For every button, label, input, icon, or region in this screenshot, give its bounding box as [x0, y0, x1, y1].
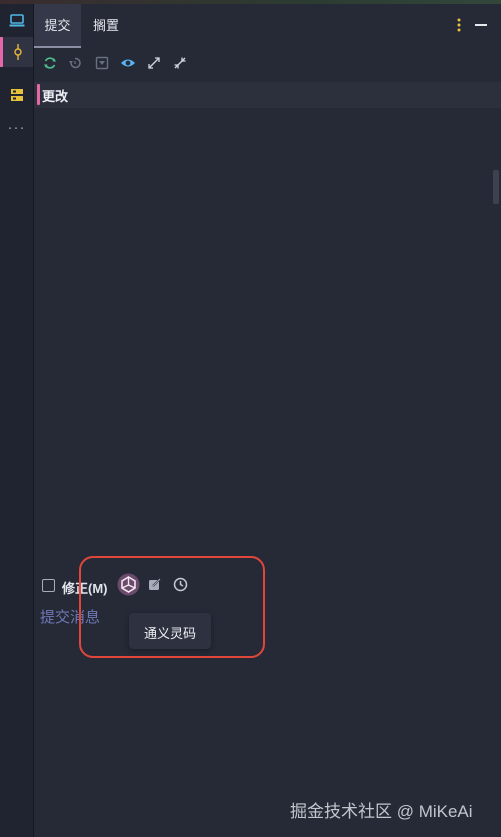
- activity-bar: ···: [0, 4, 34, 837]
- minimize-icon[interactable]: [475, 23, 487, 27]
- sidebar-item-commit[interactable]: [0, 37, 33, 67]
- tab-commit-label: 提交: [44, 18, 71, 33]
- tab-bar: 提交 搁置: [34, 4, 501, 48]
- layers-icon: [10, 89, 23, 101]
- commit-panel: 提交 搁置 更改: [34, 4, 501, 837]
- watermark: 掘金技术社区 @ MiKeAi: [290, 802, 473, 821]
- refresh-icon[interactable]: [43, 56, 57, 70]
- vertical-dots-icon[interactable]: [457, 18, 461, 32]
- amend-checkbox[interactable]: [42, 579, 55, 592]
- commit-icon: [14, 44, 22, 60]
- commit-toolbar: [34, 50, 501, 76]
- sidebar-item-layers[interactable]: [0, 80, 33, 110]
- scrollbar-thumb[interactable]: [493, 170, 499, 204]
- sidebar-item-computer[interactable]: [0, 6, 33, 36]
- rollback-icon[interactable]: [68, 56, 82, 70]
- tab-shelve[interactable]: 搁置: [93, 4, 119, 48]
- sidebar-item-more[interactable]: ···: [0, 112, 33, 142]
- expand-icon[interactable]: [147, 56, 161, 70]
- annotation-highlight-box: [79, 556, 265, 658]
- computer-icon: [9, 14, 24, 27]
- download-icon[interactable]: [95, 56, 109, 70]
- tab-actions: [457, 18, 487, 32]
- more-dots-icon: ···: [7, 118, 26, 136]
- eye-icon[interactable]: [120, 56, 136, 70]
- collapse-icon[interactable]: [173, 56, 187, 70]
- tab-shelve-label: 搁置: [93, 18, 120, 33]
- changes-marker: [37, 84, 40, 105]
- changes-label: 更改: [42, 89, 69, 104]
- tab-commit[interactable]: 提交: [34, 4, 81, 48]
- changes-group[interactable]: 更改: [34, 82, 501, 108]
